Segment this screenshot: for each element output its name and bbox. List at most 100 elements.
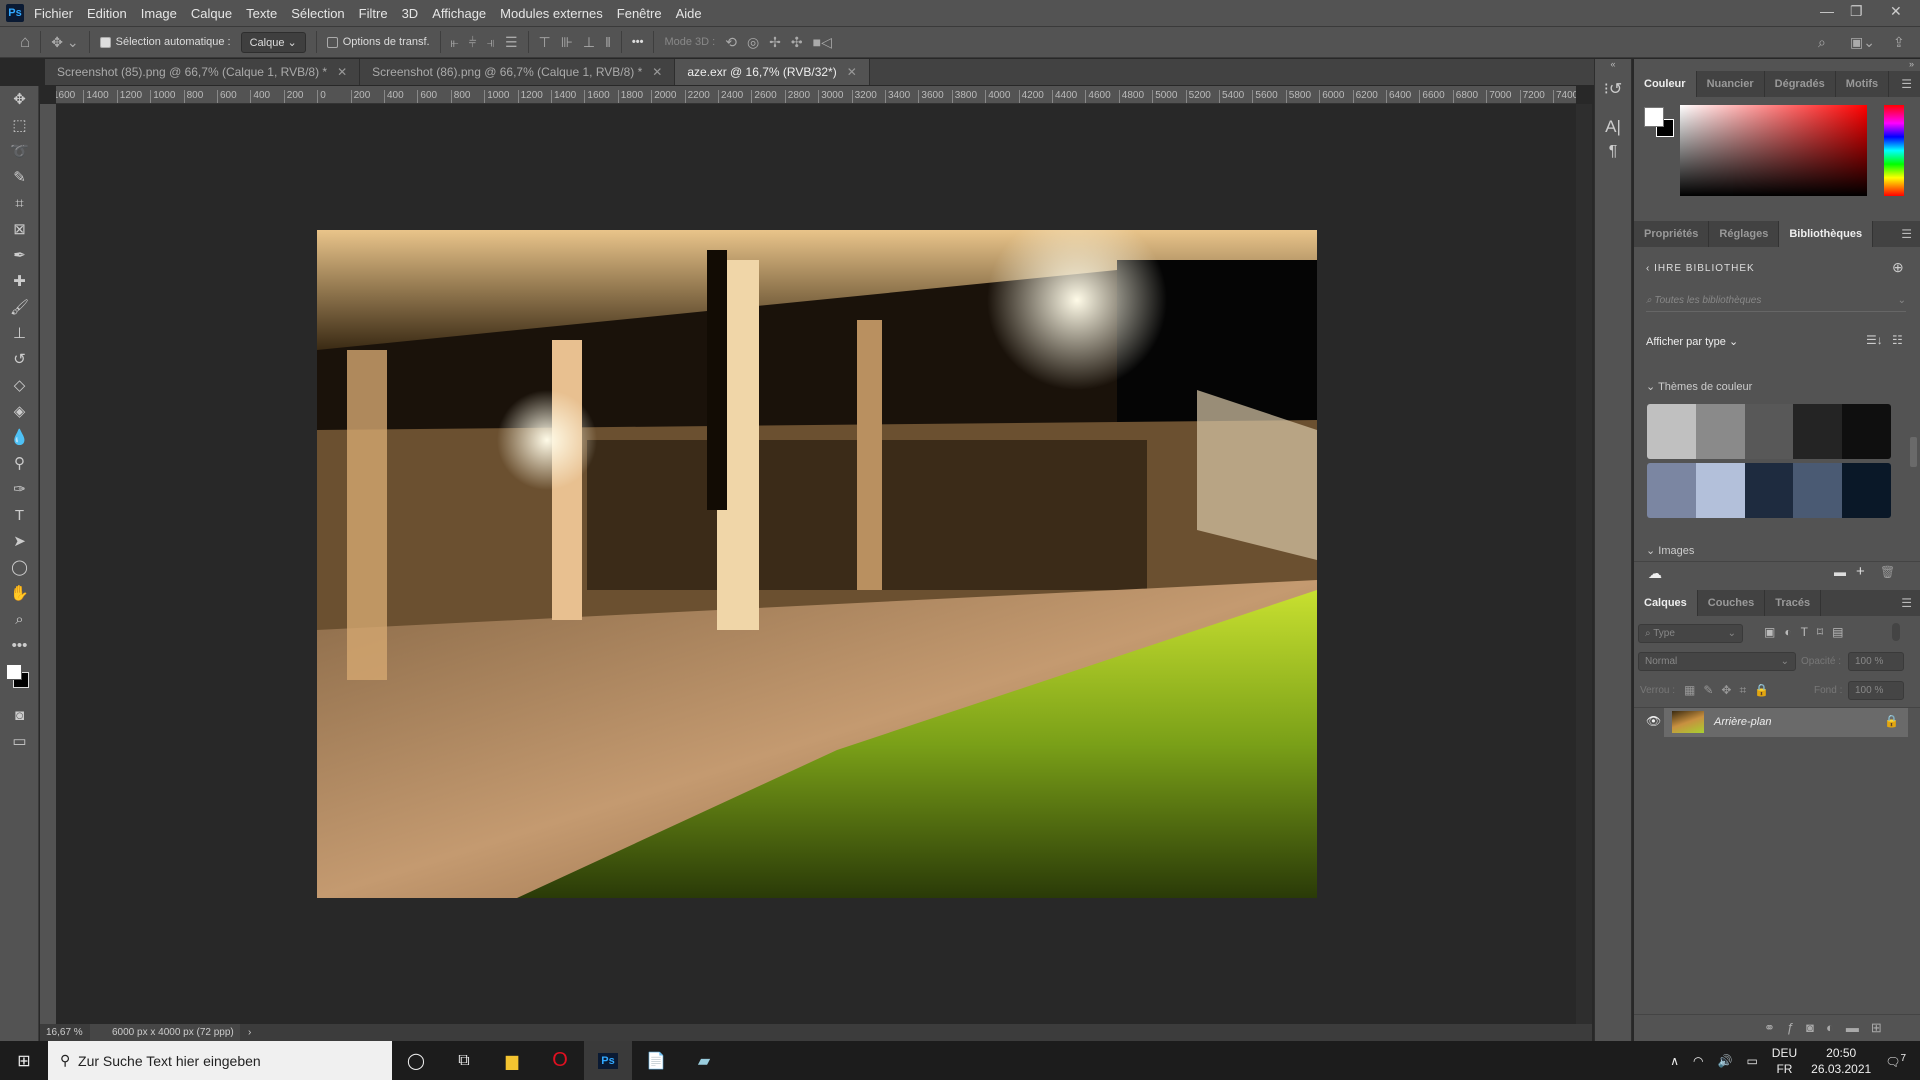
align-center-icon[interactable]: ⫩ xyxy=(468,34,476,51)
workspace-icon[interactable]: ▣⌄ xyxy=(1850,34,1875,51)
paint-bucket-tool-icon[interactable]: ◈ xyxy=(0,398,39,424)
layer-row[interactable]: 👁 Arrière-plan 🔒 xyxy=(1634,707,1920,737)
show-hidden-icons[interactable]: ∧ xyxy=(1670,1054,1679,1068)
menu-selection[interactable]: Sélection xyxy=(291,6,344,21)
menu-edition[interactable]: Edition xyxy=(87,6,127,21)
layer-filter-icons[interactable]: ▣◐T⌑▤ xyxy=(1764,625,1852,639)
tab-bibliotheques[interactable]: Bibliothèques xyxy=(1779,221,1874,247)
menu-3d[interactable]: 3D xyxy=(402,6,419,21)
color-themes-header[interactable]: ⌄ Thèmes de couleur xyxy=(1646,380,1752,393)
theme-color-swatch[interactable] xyxy=(1695,463,1745,518)
task-view-icon[interactable]: ⧉ xyxy=(440,1041,488,1080)
color-theme-swatch-row[interactable] xyxy=(1647,463,1891,518)
library-back-link[interactable]: ‹ IHRE BIBLIOTHEK xyxy=(1646,263,1755,274)
frame-tool-icon[interactable]: ⊠ xyxy=(0,216,39,242)
theme-color-swatch[interactable] xyxy=(1793,404,1843,459)
align-top-icon[interactable]: ⊤ xyxy=(539,34,551,51)
menu-aide[interactable]: Aide xyxy=(676,6,702,21)
blur-tool-icon[interactable]: 💧 xyxy=(0,424,39,450)
tab-proprietes[interactable]: Propriétés xyxy=(1634,221,1710,247)
taskbar-search-input[interactable]: ⚲ Zur Suche Text hier eingeben xyxy=(48,1041,392,1080)
target-dropdown[interactable]: Calque ⌄ xyxy=(240,31,306,53)
hue-slider[interactable] xyxy=(1884,105,1904,196)
tab-nuancier[interactable]: Nuancier xyxy=(1697,71,1765,97)
zoom-level[interactable]: 16,67 % xyxy=(40,1027,90,1038)
sort-icon[interactable]: ☰↓ xyxy=(1866,333,1883,347)
screen-mode-icon[interactable]: ▭ xyxy=(0,728,39,754)
tab-motifs[interactable]: Motifs xyxy=(1836,71,1890,97)
history-brush-tool-icon[interactable]: ↺ xyxy=(0,346,39,372)
tab-traces[interactable]: Tracés xyxy=(1765,590,1822,616)
hand-tool-icon[interactable]: ✋ xyxy=(0,580,39,606)
more-tools-icon[interactable]: ••• xyxy=(0,632,39,658)
character-panel-icon[interactable]: A| xyxy=(1595,117,1631,137)
collapse-icon[interactable]: « xyxy=(1595,59,1631,69)
menu-fichier[interactable]: Fichier xyxy=(34,6,73,21)
panel-menu-icon[interactable]: ☰ xyxy=(1901,596,1912,610)
restore-button[interactable]: ❐ xyxy=(1850,3,1863,20)
tab-couches[interactable]: Couches xyxy=(1698,590,1766,616)
orbit-3d-icon[interactable]: ⟲ xyxy=(725,34,737,51)
images-header[interactable]: ⌄ Images xyxy=(1646,544,1694,557)
path-select-tool-icon[interactable]: ➤ xyxy=(0,528,39,554)
theme-color-swatch[interactable] xyxy=(1842,463,1891,518)
opera-icon[interactable]: O xyxy=(536,1041,584,1080)
eyedropper-tool-icon[interactable]: ✒ xyxy=(0,242,39,268)
search-icon[interactable]: ⌕ xyxy=(1818,34,1826,51)
type-tool-icon[interactable]: T xyxy=(0,502,39,528)
theme-color-swatch[interactable] xyxy=(1793,463,1843,518)
color-theme-swatch-row[interactable] xyxy=(1647,404,1891,459)
opacity-field[interactable]: 100 % xyxy=(1848,652,1904,671)
theme-color-swatch[interactable] xyxy=(1647,463,1696,518)
notepad-icon[interactable]: ▰ xyxy=(680,1041,728,1080)
trash-icon[interactable]: 🗑 xyxy=(1880,565,1895,579)
cloud-icon[interactable]: ☁ xyxy=(1648,565,1662,582)
healing-brush-tool-icon[interactable]: ✚ xyxy=(0,268,39,294)
eraser-tool-icon[interactable]: ◇ xyxy=(0,372,39,398)
expand-icon[interactable]: » xyxy=(1909,59,1914,69)
transform-options-checkbox[interactable]: Options de transf. xyxy=(326,36,430,48)
fill-field[interactable]: 100 % xyxy=(1848,681,1904,700)
layers-footer-icons[interactable]: ⚭ƒ◙◐▬⊞🗑 xyxy=(1634,1014,1920,1061)
history-panel-icon[interactable]: ⁝↺ xyxy=(1595,79,1631,99)
folder-icon[interactable]: ▬ xyxy=(1834,565,1846,579)
notifications-icon[interactable]: 🗨7 xyxy=(1885,1053,1906,1069)
cortana-icon[interactable]: ◯ xyxy=(392,1041,440,1080)
color-swatches[interactable] xyxy=(0,658,38,702)
foreground-color-swatch[interactable] xyxy=(6,664,22,680)
roll-3d-icon[interactable]: ◎ xyxy=(747,34,759,51)
brush-tool-icon[interactable]: 🖌 xyxy=(0,294,39,320)
menu-fenetre[interactable]: Fenêtre xyxy=(617,6,662,21)
theme-color-swatch[interactable] xyxy=(1744,463,1794,518)
theme-color-swatch[interactable] xyxy=(1647,404,1696,459)
distribute-vertical-icon[interactable]: ‖ xyxy=(605,34,611,50)
status-menu-arrow-icon[interactable]: › xyxy=(240,1027,251,1038)
tab-couleur[interactable]: Couleur xyxy=(1634,71,1697,97)
menu-affichage[interactable]: Affichage xyxy=(432,6,486,21)
vertical-scrollbar[interactable] xyxy=(1576,104,1592,1024)
zoom-tool-icon[interactable]: ⌕ xyxy=(0,606,39,632)
theme-color-swatch[interactable] xyxy=(1744,404,1794,459)
photoshop-taskbar-icon[interactable]: Ps xyxy=(584,1041,632,1080)
clock[interactable]: 20:50 26.03.2021 xyxy=(1811,1045,1871,1077)
menu-texte[interactable]: Texte xyxy=(246,6,277,21)
library-scrollbar[interactable] xyxy=(1910,437,1917,467)
menu-modules[interactable]: Modules externes xyxy=(500,6,603,21)
panel-menu-icon[interactable]: ☰ xyxy=(1901,227,1912,241)
tab-degrades[interactable]: Dégradés xyxy=(1765,71,1836,97)
marquee-tool-icon[interactable]: ⬚ xyxy=(0,112,39,138)
close-tab-icon[interactable]: ✕ xyxy=(337,65,347,79)
tab-aze-exr[interactable]: aze.exr @ 16,7% (RVB/32*) ✕ xyxy=(675,59,870,85)
pen-tool-icon[interactable]: ✑ xyxy=(0,476,39,502)
quick-mask-icon[interactable]: ◙ xyxy=(0,702,39,728)
wifi-icon[interactable]: ◠ xyxy=(1693,1054,1703,1068)
quick-select-tool-icon[interactable]: ✎ xyxy=(0,164,39,190)
align-left-icon[interactable]: ⫦ xyxy=(451,34,459,51)
view-by-type-dropdown[interactable]: Afficher par type ⌄ xyxy=(1646,335,1738,348)
add-icon[interactable]: + xyxy=(1856,563,1865,580)
crop-tool-icon[interactable]: ⌗ xyxy=(0,190,39,216)
close-tab-icon[interactable]: ✕ xyxy=(847,65,857,79)
panel-menu-icon[interactable]: ☰ xyxy=(1901,77,1912,91)
theme-color-swatch[interactable] xyxy=(1695,404,1745,459)
list-view-icon[interactable]: ☷ xyxy=(1892,333,1903,347)
